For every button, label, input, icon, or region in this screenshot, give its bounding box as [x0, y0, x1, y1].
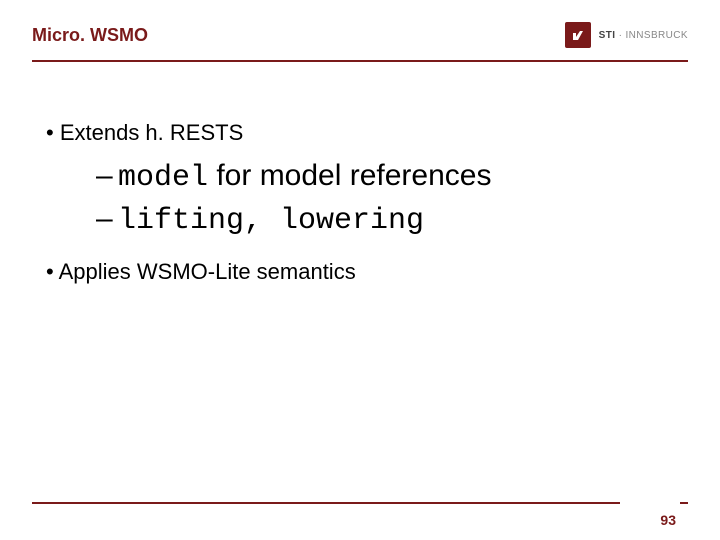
slide-title: Micro. WSMO: [32, 25, 148, 46]
logo-text-secondary: INNSBRUCK: [626, 30, 689, 41]
code-text: model: [118, 161, 208, 195]
logo-text: STI · INNSBRUCK: [599, 30, 688, 41]
logo-text-primary: STI: [599, 30, 616, 41]
header-divider: [32, 60, 688, 62]
bullet-text: for model references: [208, 159, 491, 192]
page-number: 93: [660, 512, 676, 528]
footer-divider-gap: [620, 501, 680, 505]
slide-header: Micro. WSMO STI · INNSBRUCK: [32, 22, 688, 48]
bullet-text: Extends h. RESTS: [60, 120, 243, 145]
bullet-level2: –lifting, lowering: [96, 199, 680, 242]
slide-body: Extends h. RESTS –model for model refere…: [40, 120, 680, 295]
footer-divider: [32, 502, 688, 504]
bullet-level1: Applies WSMO-Lite semantics: [40, 259, 680, 285]
bullet-level1: Extends h. RESTS: [40, 120, 680, 146]
dash-icon: –: [96, 156, 118, 197]
bullet-text: Applies WSMO-Lite semantics: [59, 259, 356, 284]
logo-mark-icon: [565, 22, 591, 48]
institution-logo: STI · INNSBRUCK: [565, 22, 688, 48]
bullet-level2-group: –model for model references –lifting, lo…: [40, 156, 680, 241]
bullet-level2: –model for model references: [96, 156, 680, 199]
dash-icon: –: [96, 199, 118, 240]
slide: Micro. WSMO STI · INNSBRUCK Extends h. R…: [0, 0, 720, 540]
code-text: lifting, lowering: [118, 204, 424, 238]
